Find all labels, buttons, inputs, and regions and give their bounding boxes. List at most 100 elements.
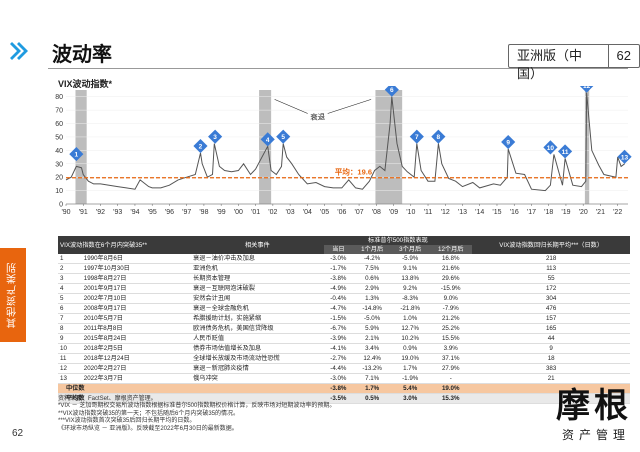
table-median-row: 中位数 -3.8% 1.7% 5.4% 19.0%	[58, 383, 630, 394]
x-tick-label: '06	[337, 209, 346, 216]
x-tick-label: '21	[596, 209, 605, 216]
row-event: 长期资本管理	[191, 273, 324, 284]
row-date: 2010年5月7日	[81, 313, 192, 324]
event-marker-label: 2	[199, 144, 203, 151]
event-marker-label: 6	[390, 87, 394, 94]
row-d0: -0.4%	[323, 293, 354, 304]
event-marker-label: 12	[583, 86, 591, 90]
row-d0: -3.0%	[323, 254, 354, 264]
row-index: 1	[58, 254, 82, 264]
table-row: 6 2008年9月17日 衰退－全球金融危机 -4.7% -14.8% -21.8% -7.…	[58, 303, 630, 314]
y-tick-label: 10	[55, 188, 63, 195]
row-m1: 7.1%	[353, 373, 392, 384]
y-tick-label: 80	[55, 94, 63, 101]
row-d0: -2.7%	[323, 353, 354, 364]
x-tick-label: '94	[130, 209, 139, 216]
event-marker-label: 9	[506, 140, 510, 147]
row-days: 113	[472, 263, 630, 274]
col-header-days: VIX波动指数回归长期平均***（日数）	[472, 236, 630, 254]
x-tick-label: '93	[113, 209, 122, 216]
row-m3: -8.3%	[391, 293, 430, 304]
x-tick-label: '96	[165, 209, 174, 216]
x-tick-label: '92	[96, 209, 105, 216]
row-m12: 21.2%	[429, 313, 473, 324]
median-m12: 19.0%	[429, 383, 473, 394]
median-m1: 1.7%	[353, 383, 392, 394]
row-date: 2011年8月8日	[81, 323, 192, 334]
x-tick-label: '14	[475, 209, 484, 216]
col-header-12m: 12个月后	[429, 245, 473, 254]
table-row: 3 1998年8月27日 长期资本管理 -3.8% 0.6% 13.8% 29.6% 55	[58, 273, 630, 284]
row-index: 13	[58, 373, 82, 384]
row-index: 12	[58, 363, 82, 374]
page-title: 波动率	[52, 44, 112, 66]
row-days: 304	[472, 293, 630, 304]
row-m1: 3.4%	[353, 343, 392, 354]
x-tick-label: '99	[217, 209, 226, 216]
row-m12: 25.2%	[429, 323, 473, 334]
recession-arrow	[274, 99, 308, 114]
row-date: 2001年9月17日	[81, 283, 192, 294]
x-tick-label: '07	[355, 209, 364, 216]
col-header-sp500: 标准普尔500指数表现	[323, 236, 473, 245]
row-m1: 2.1%	[353, 333, 392, 344]
median-label: 中位数	[58, 383, 324, 394]
row-m12: 37.1%	[429, 353, 473, 364]
row-days: 172	[472, 283, 630, 294]
section-side-tab[interactable]: 其他资产类别	[0, 248, 26, 342]
x-tick-label: '01	[251, 209, 260, 216]
page-number: 62	[616, 48, 631, 63]
row-days: 55	[472, 273, 630, 284]
col-header-day0: 当日	[323, 245, 354, 254]
recession-band	[584, 90, 590, 204]
row-m1: 2.9%	[353, 283, 392, 294]
x-tick-label: '97	[182, 209, 191, 216]
vix-events-table: VIX波动指数在6个月内突破35** 相关事件 标准普尔500指数表现 VIX波…	[58, 236, 630, 404]
row-m12: 3.9%	[429, 343, 473, 354]
row-d0: -4.4%	[323, 363, 354, 374]
row-index: 10	[58, 343, 82, 354]
row-date: 1997年10月30日	[81, 263, 192, 274]
table-row: 12 2020年2月27日 衰退－新冠肺炎疫情 -4.4% -13.2% 1.7% 27.9…	[58, 363, 630, 374]
y-tick-label: 70	[55, 108, 63, 115]
row-event: 全球增长放缓及市场流动性恐慌	[191, 353, 324, 364]
edition-label: 亚洲版（中国）	[509, 45, 609, 81]
row-event: 希腊援助计划，实施紧缩	[191, 313, 324, 324]
recession-label: 衰退	[310, 112, 325, 122]
row-days: 218	[472, 254, 630, 264]
recession-band	[75, 90, 87, 204]
row-event: 人民币贬值	[191, 333, 324, 344]
x-tick-label: '11	[424, 209, 433, 216]
row-m3: 9.1%	[391, 263, 430, 274]
row-date: 2015年8月24日	[81, 333, 192, 344]
average-m12: 15.3%	[429, 393, 473, 404]
footnote-days: ***VIX波动指数首次突破35后回归长期平均的日数。	[58, 418, 196, 425]
col-header-date: VIX波动指数在6个月内突破35**	[58, 236, 192, 254]
row-m3: -21.8%	[391, 303, 430, 314]
event-marker-label: 1	[75, 152, 79, 159]
x-tick-label: '08	[372, 209, 381, 216]
row-d0: -4.7%	[323, 303, 354, 314]
row-m3: 13.8%	[391, 273, 430, 284]
event-marker-label: 4	[266, 137, 270, 144]
y-tick-label: 30	[55, 161, 63, 168]
x-tick-label: '20	[579, 209, 588, 216]
row-m12: 29.6%	[429, 273, 473, 284]
x-tick-label: '15	[492, 209, 501, 216]
y-tick-label: 0	[59, 202, 63, 209]
row-m1: -5.0%	[353, 313, 392, 324]
row-m1: 5.9%	[353, 323, 392, 334]
row-m3: 10.2%	[391, 333, 430, 344]
x-tick-label: '09	[389, 209, 398, 216]
row-m12: 27.9%	[429, 363, 473, 374]
event-marker-label: 5	[281, 134, 285, 141]
event-marker-label: 8	[437, 134, 441, 141]
footnote-guide: 《环球市场纵览 － 亚洲版》。反映截至2022年6月30日的最新数据。	[58, 425, 238, 432]
x-tick-label: '10	[406, 209, 415, 216]
row-days: 476	[472, 303, 630, 314]
side-page-number: 62	[12, 428, 24, 439]
y-tick-label: 50	[55, 134, 63, 141]
row-m12: 15.5%	[429, 333, 473, 344]
row-m3: -5.9%	[391, 254, 430, 264]
footnotes: 资料来源：FactSet、摩根资产管理。 *VIX － 芝加哥期权交易所波动指数…	[58, 396, 408, 433]
